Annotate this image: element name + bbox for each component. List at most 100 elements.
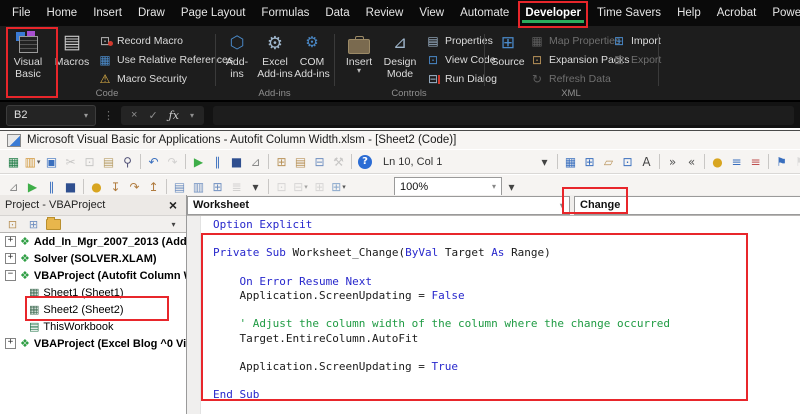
macros-button[interactable]: ▤ Macros [52,30,92,88]
com-add-ins-button[interactable]: ⚙ COM Add-ins [294,30,330,88]
zoom-icon[interactable]: ⊞ ▾ [330,178,347,195]
close-icon[interactable]: × [165,197,181,213]
chevron-down-icon: ▾ [559,200,564,210]
design-mode-icon[interactable]: ⊿ [247,153,264,170]
design-mode-icon[interactable]: ⊿ [5,178,22,195]
list-properties-icon[interactable]: ▦ [562,153,579,170]
uncomment-block-icon[interactable]: ≡ [747,153,764,170]
reset-icon[interactable]: ■ [62,178,79,195]
source-button[interactable]: ⊞ Source [490,30,526,88]
reset-icon[interactable]: ■ [228,153,245,170]
toolbar-overflow-icon[interactable]: ▾ [247,178,264,195]
toggle-folders-icon[interactable] [46,217,61,230]
paste-icon[interactable]: ▤ [100,153,117,170]
view-object-icon[interactable]: ⊞ [26,217,41,232]
cancel-icon[interactable]: × [131,109,137,121]
design-mode-button[interactable]: ⊿ Design Mode [379,30,421,88]
outdent-icon[interactable]: « [683,153,700,170]
enter-icon[interactable]: ✓ [148,109,157,122]
code-area[interactable]: Option Explicit Private Sub Worksheet_Ch… [187,216,800,414]
ribbon-tab-automate[interactable]: Automate [455,0,514,26]
code-line: End Sub [213,388,260,402]
ribbon-tab-home[interactable]: Home [42,0,83,26]
find-icon[interactable]: ⚲ [119,153,136,170]
code-text[interactable]: Option Explicit Private Sub Worksheet_Ch… [200,216,800,414]
project-tree-label: Solver (SOLVER.XLAM) [33,252,157,265]
project-tree-item[interactable]: ▦ Sheet2 (Sheet2) [0,301,186,318]
visual-basic-button[interactable]: Visual Basic [6,30,50,88]
project-tree-item[interactable]: ▤ ThisWorkbook [0,318,186,335]
ribbon-tab-data[interactable]: Data [320,0,354,26]
undo-icon[interactable]: ↶ [145,153,162,170]
step-over-icon[interactable]: ↷ [126,178,143,195]
zoom-select[interactable]: 100% ▾ [394,177,502,196]
add-ins-button[interactable]: ⬡ Add-ins [220,30,254,88]
properties-window-icon[interactable]: ▤ [292,153,309,170]
run-icon[interactable]: ▶ [24,178,41,195]
ribbon-tab-time-savers[interactable]: Time Savers [592,0,666,26]
comment-block-icon[interactable]: ≡ [728,153,745,170]
use-relative-references-button[interactable]: ▦ Use Relative References [97,50,233,69]
ribbon-tab-file[interactable]: File [7,0,36,26]
insert-control-button[interactable]: Insert ▾ [341,30,377,88]
project-tree-item[interactable]: + ❖ Solver (SOLVER.XLAM) [0,250,186,267]
locals-window-icon[interactable]: ▤ [171,178,188,195]
parameter-info-icon[interactable]: ⊡ [619,153,636,170]
watch-window-icon[interactable]: ⊞ [209,178,226,195]
object-dropdown[interactable]: Worksheet ▾ [187,195,570,215]
ribbon-tab-view[interactable]: View [414,0,449,26]
code-pane: Worksheet ▾ Change Option Explicit Priva… [187,195,800,414]
toolbar-overflow-icon[interactable]: ▾ [503,178,520,195]
record-macro-button[interactable]: ⊡ Record Macro [97,31,233,50]
step-into-icon[interactable]: ↧ [107,178,124,195]
formula-input[interactable] [212,105,794,125]
help-icon[interactable]: ? [358,154,372,169]
ribbon-tab-review[interactable]: Review [361,0,409,26]
project-explorer-icon[interactable]: ⊞ [273,153,290,170]
run-icon[interactable]: ▶ [190,153,207,170]
ribbon-tab-insert[interactable]: Insert [88,0,127,26]
project-tree-item[interactable]: + ❖VBAProject (Excel Blog ^0 Video T [0,335,186,352]
insert-userform-icon[interactable]: ▥ ▾ [24,153,41,170]
toggle-breakpoint-icon[interactable]: ● [88,178,105,195]
ribbon-tab-help[interactable]: Help [672,0,706,26]
ribbon-tab-draw[interactable]: Draw [133,0,170,26]
ribbon-tab-page-layout[interactable]: Page Layout [176,0,251,26]
list-constants-icon[interactable]: ⊞ [581,153,598,170]
excel-add-ins-button[interactable]: ⚙ Excel Add-ins [256,30,294,88]
insert-function-icon[interactable]: ƒx [169,109,179,122]
quick-info-icon[interactable]: ▱ [600,153,617,170]
macro-security-button[interactable]: ⚠ Macro Security [97,69,233,88]
project-tree-item[interactable]: + ❖Add_In_Mgr_2007_2013 (Add-In M [0,233,186,250]
vba-standard-toolbar: ▦ ▥ ▾ ▣ ✂ ⊡ ▤ ⚲ ↶ ↷ ▶ ∥ ■ ⊿ ⊞ ▤ ⊟ ⚒? Ln 10, Col 1 ▾ ▦ ⊞ ▱ ⊡ A»… [0,149,800,174]
expand-plus-icon[interactable]: + [5,338,16,349]
object-browser-icon[interactable]: ⊟ [311,153,328,170]
view-code-icon[interactable]: ⊡ [5,217,20,232]
toggle-breakpoint-icon[interactable]: ● [709,153,726,170]
indent-icon[interactable]: » [664,153,681,170]
ribbon-tab-acrobat[interactable]: Acrobat [712,0,762,26]
event-dropdown[interactable]: Change [574,195,800,215]
complete-word-icon[interactable]: A [638,153,655,170]
chevron-down-icon: ▾ [491,182,496,191]
import-button[interactable]: ⊞ Import [611,31,661,50]
panel-overflow-icon[interactable]: ▾ [166,217,181,232]
immediate-window-icon[interactable]: ▥ [190,178,207,195]
expand-plus-icon[interactable]: + [5,236,16,247]
ribbon-tab-developer[interactable]: Developer [520,0,586,26]
toggle-bookmark-icon[interactable]: ⚑ [773,153,790,170]
collapse-minus-icon[interactable]: − [5,270,16,281]
project-tree-item[interactable]: −❖VBAProject (Autofit Column Width.: [0,267,186,284]
expand-plus-icon[interactable]: + [5,253,16,264]
ribbon-tab-formulas[interactable]: Formulas [256,0,314,26]
view-excel-icon[interactable]: ▦ [5,153,22,170]
project-tree-item[interactable]: ▦ Sheet1 (Sheet1) [0,284,186,301]
toolbar-overflow-icon[interactable]: ▾ [536,153,553,170]
ribbon-tab-power-pivot[interactable]: Power Pivot [767,0,800,26]
step-out-icon[interactable]: ↥ [145,178,162,195]
break-icon[interactable]: ∥ [209,153,226,170]
view-code-icon: ⊡ [427,52,439,67]
break-icon[interactable]: ∥ [43,178,60,195]
name-box[interactable]: B2 ▾ [6,104,96,126]
save-icon[interactable]: ▣ [43,153,60,170]
